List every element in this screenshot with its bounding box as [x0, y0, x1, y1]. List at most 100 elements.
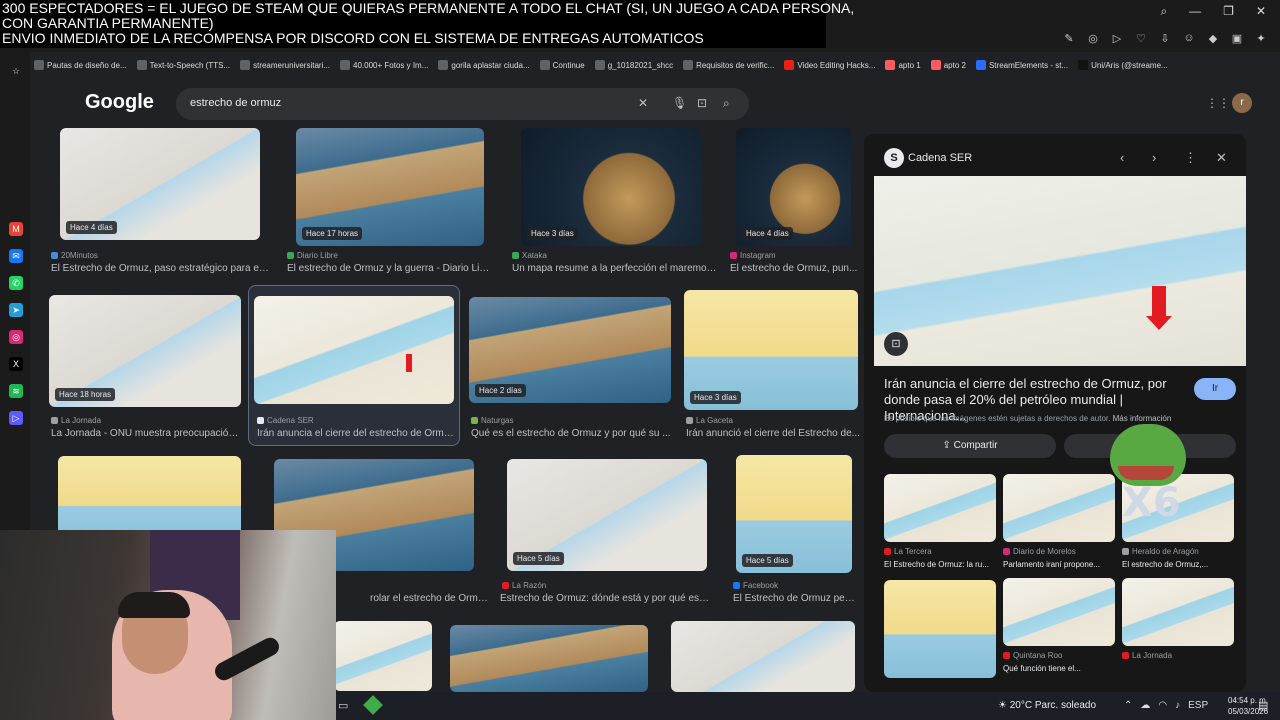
- weather-widget[interactable]: ☀ 20°C Parc. soleado: [998, 700, 1096, 711]
- spotify-icon[interactable]: ≋: [9, 384, 23, 398]
- maximize-icon[interactable]: ❐: [1223, 4, 1234, 19]
- language-indicator[interactable]: ESP: [1188, 700, 1208, 711]
- more-options-icon[interactable]: ⋮: [1184, 150, 1197, 166]
- result-source[interactable]: La Jornada: [51, 416, 101, 425]
- bookmark-item[interactable]: gorila aplastar ciuda...: [438, 56, 530, 74]
- whatsapp-icon[interactable]: ✆: [9, 276, 23, 290]
- related-result[interactable]: [884, 580, 996, 678]
- volume-icon[interactable]: ♪: [1175, 700, 1180, 711]
- result-title[interactable]: Irán anuncia el cierre del estrecho de O…: [257, 428, 454, 439]
- bookmark-item[interactable]: Requisitos de verific...: [683, 56, 774, 74]
- result-title[interactable]: Qué es el estrecho de Ormuz y por qué su…: [471, 428, 671, 439]
- result-source[interactable]: 20Minutos: [51, 251, 98, 260]
- related-result[interactable]: Diario de Morelos Parlamento iraní propo…: [1003, 474, 1115, 569]
- related-result[interactable]: La Tercera El Estrecho de Ormuz: la ru..…: [884, 474, 996, 569]
- result-title[interactable]: Irán anunció el cierre del Estrecho de..…: [686, 428, 861, 439]
- arrow-marker: [1146, 286, 1172, 330]
- app-icon[interactable]: ▭: [338, 699, 348, 712]
- clear-icon[interactable]: ✕: [638, 96, 648, 110]
- search-input[interactable]: estrecho de ormuz ✕ 🎙 ⊡ ⌕: [176, 88, 749, 120]
- close-icon[interactable]: ✕: [1256, 4, 1266, 19]
- avatar[interactable]: r: [1232, 93, 1252, 113]
- extension-icon[interactable]: ◆: [1206, 32, 1220, 45]
- visit-button[interactable]: Ir: [1194, 378, 1236, 400]
- play-icon[interactable]: ▷: [1110, 32, 1124, 45]
- result-title[interactable]: El Estrecho de Ormuz, paso estratégico p…: [51, 263, 271, 274]
- result-source[interactable]: La Gaceta: [686, 416, 733, 425]
- result-image[interactable]: [254, 296, 454, 404]
- lens-icon[interactable]: ⊡: [884, 332, 908, 356]
- download-icon[interactable]: ⇩: [1158, 32, 1172, 45]
- instagram-icon[interactable]: ◎: [9, 330, 23, 344]
- close-icon[interactable]: ✕: [1216, 150, 1227, 166]
- result-image[interactable]: Hace 3 días: [521, 128, 701, 246]
- result-image[interactable]: [334, 621, 432, 691]
- cube-icon[interactable]: ▣: [1230, 32, 1244, 45]
- result-source[interactable]: Instagram: [730, 251, 776, 260]
- result-image[interactable]: [671, 621, 855, 692]
- result-source[interactable]: Cadena SER: [257, 416, 314, 425]
- result-image[interactable]: Hace 5 días: [507, 459, 707, 571]
- bookmark-item[interactable]: Continue: [539, 56, 585, 74]
- wifi-icon[interactable]: ◠: [1158, 700, 1167, 711]
- search-icon[interactable]: ⌕: [1160, 4, 1167, 19]
- notification-icon[interactable]: ▤: [1258, 699, 1268, 712]
- result-title[interactable]: El estrecho de Ormuz y la guerra - Diari…: [287, 263, 492, 274]
- bookmark-item[interactable]: apto 2: [930, 56, 966, 74]
- result-title[interactable]: rolar el estrecho de Ormuz y se ...: [370, 593, 490, 604]
- result-title[interactable]: Estrecho de Ormuz: dónde está y por qué …: [500, 593, 710, 604]
- ai-icon[interactable]: ✦: [1254, 32, 1268, 45]
- bookmark-item[interactable]: g_10182021_shcc: [594, 56, 673, 74]
- result-source[interactable]: Facebook: [733, 581, 778, 590]
- google-logo[interactable]: Google: [85, 91, 154, 114]
- profile-icon[interactable]: ☺: [1182, 32, 1196, 45]
- camera-icon[interactable]: ◎: [1086, 32, 1100, 45]
- result-image[interactable]: Hace 18 horas: [49, 295, 241, 407]
- result-title[interactable]: La Jornada - ONU muestra preocupación...: [51, 428, 241, 439]
- result-source[interactable]: Xataka: [512, 251, 547, 260]
- microphone-icon[interactable]: 🎙: [672, 96, 687, 110]
- related-result[interactable]: Quintana Roo Qué función tiene el...: [1003, 578, 1115, 673]
- result-image[interactable]: Hace 3 días: [684, 290, 858, 410]
- bookmark-item[interactable]: Video Editing Hacks...: [784, 56, 875, 74]
- x-icon[interactable]: X: [9, 357, 23, 371]
- minimize-icon[interactable]: —: [1189, 4, 1201, 19]
- result-title[interactable]: El estrecho de Ormuz, pun...: [730, 263, 858, 274]
- result-source[interactable]: Diario Libre: [287, 251, 338, 260]
- result-image[interactable]: [450, 625, 648, 692]
- next-icon[interactable]: ›: [1152, 150, 1156, 165]
- heart-icon[interactable]: ♡: [1134, 32, 1148, 45]
- star-icon[interactable]: ☆: [9, 64, 23, 78]
- result-source[interactable]: Naturgas: [471, 416, 513, 425]
- edit-icon[interactable]: ✎: [1062, 32, 1076, 45]
- player-icon[interactable]: ▷: [9, 411, 23, 425]
- result-image[interactable]: Hace 4 días: [736, 128, 851, 246]
- bookmark-item[interactable]: apto 1: [885, 56, 921, 74]
- minecraft-icon[interactable]: [363, 695, 383, 715]
- bookmark-item[interactable]: Pautas de diseño de...: [34, 56, 127, 74]
- panel-source[interactable]: Cadena SER: [908, 152, 972, 164]
- bookmark-item[interactable]: 40.000+ Fotos y Im...: [340, 56, 428, 74]
- share-button[interactable]: ⇪ Compartir: [884, 434, 1056, 458]
- result-title[interactable]: El Estrecho de Ormuz per...: [733, 593, 855, 604]
- bookmark-item[interactable]: Uni/Aris (@streame...: [1078, 56, 1168, 74]
- bookmark-item[interactable]: Text-to-Speech (TTS...: [136, 56, 230, 74]
- result-image[interactable]: Hace 17 horas: [296, 128, 484, 246]
- cloud-icon[interactable]: ☁: [1140, 700, 1150, 711]
- previous-icon[interactable]: ‹: [1120, 150, 1124, 165]
- result-image[interactable]: Hace 5 días: [736, 455, 852, 573]
- messenger-icon[interactable]: ✉: [9, 249, 23, 263]
- related-result[interactable]: La Jornada: [1122, 578, 1234, 660]
- result-source[interactable]: La Razón: [502, 581, 546, 590]
- telegram-icon[interactable]: ➤: [9, 303, 23, 317]
- bookmark-item[interactable]: StreamElements - st...: [975, 56, 1068, 74]
- result-title[interactable]: Un mapa resume a la perfección el maremo…: [512, 263, 717, 274]
- result-image[interactable]: Hace 2 días: [469, 297, 671, 403]
- gmail-icon[interactable]: M: [9, 222, 23, 236]
- lens-icon[interactable]: ⊡: [697, 96, 707, 110]
- result-image[interactable]: Hace 4 días: [60, 128, 260, 240]
- chevron-up-icon[interactable]: ⌃: [1124, 700, 1132, 711]
- bookmark-item[interactable]: streameruniversitari...: [240, 56, 330, 74]
- preview-image[interactable]: ⊡: [874, 176, 1246, 366]
- search-icon[interactable]: ⌕: [723, 96, 730, 111]
